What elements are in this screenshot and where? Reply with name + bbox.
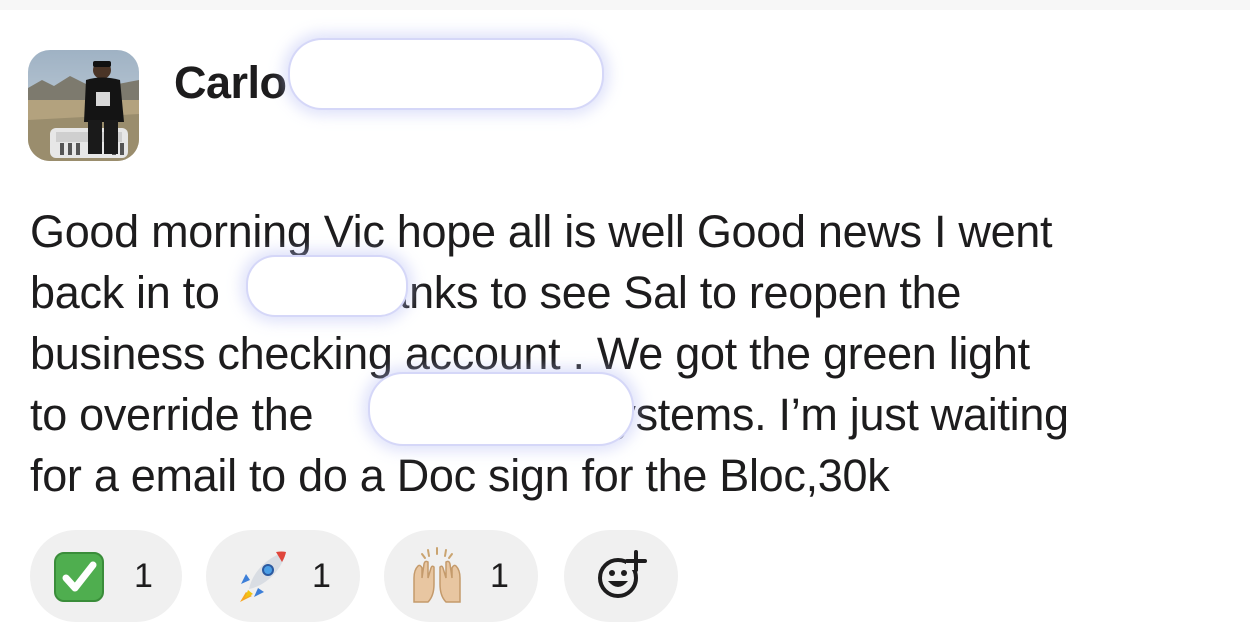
reaction-count: 1 — [490, 557, 509, 595]
message-text: to override the — [30, 389, 314, 440]
add-reaction-icon — [598, 550, 647, 598]
reaction-check[interactable]: 1 — [30, 530, 182, 622]
reaction-raised-hands[interactable]: 1 — [384, 530, 538, 622]
message-line: back in to banks to see Sal to reopen the — [30, 262, 1225, 323]
rocket-emoji-icon — [240, 551, 286, 602]
redaction-mark — [246, 255, 408, 317]
message-line: Good morning Vic hope all is well Good n… — [30, 206, 1053, 257]
redaction-mark — [368, 372, 634, 446]
message-text: back in to — [30, 267, 220, 318]
white-check-mark-emoji-icon — [54, 552, 104, 602]
message-line: business checking account . We got the g… — [30, 328, 1030, 379]
message-text: banks to see Sal to reopen the — [359, 267, 962, 318]
top-divider — [0, 0, 1250, 10]
avatar[interactable] — [28, 50, 139, 161]
reaction-count: 1 — [312, 557, 331, 595]
add-reaction-button[interactable] — [564, 530, 678, 622]
message-text: systems. I’m just waiting — [591, 389, 1069, 440]
raised-hands-emoji-icon — [413, 547, 461, 603]
reaction-count: 1 — [134, 557, 153, 595]
user-photo-icon — [28, 50, 139, 161]
redaction-mark — [288, 38, 604, 110]
author-name[interactable]: Carlo — [174, 57, 287, 109]
redaction-mark — [1032, 456, 1134, 496]
reaction-rocket[interactable]: 1 — [206, 530, 360, 622]
